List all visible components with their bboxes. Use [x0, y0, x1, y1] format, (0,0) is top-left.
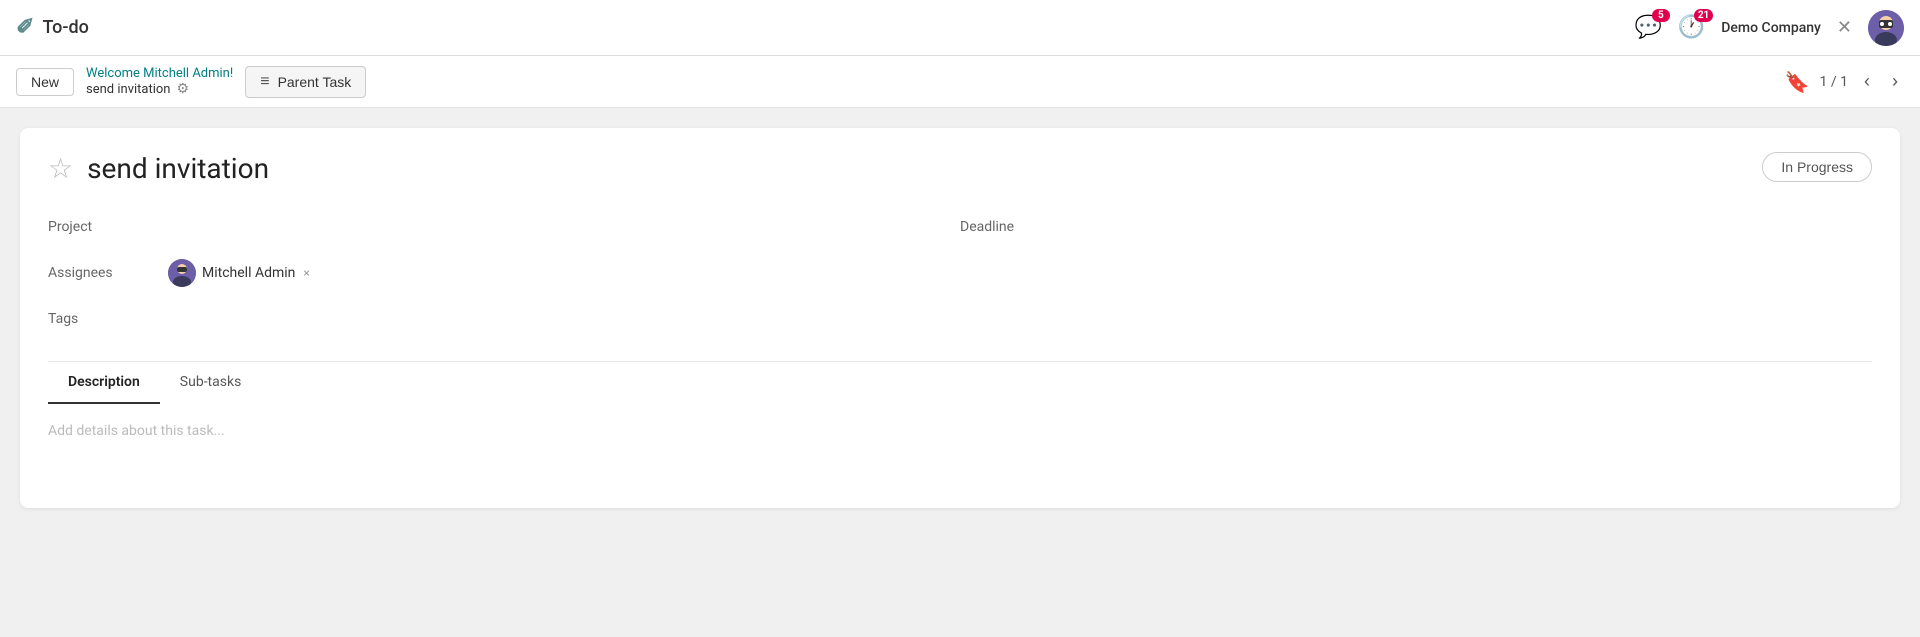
assignee-avatar-svg — [168, 259, 196, 287]
parent-task-button[interactable]: ≡ Parent Task — [245, 66, 366, 98]
tabs-section: Description Sub-tasks Add details about … — [48, 361, 1872, 459]
star-icon[interactable]: ☆ — [48, 155, 73, 183]
deadline-label: Deadline — [960, 219, 1080, 235]
close-button[interactable]: ✕ — [1837, 17, 1852, 38]
assignees-value: Mitchell Admin × — [168, 259, 310, 287]
tags-field: Tags — [48, 297, 960, 341]
tabs-nav: Description Sub-tasks — [48, 362, 1872, 404]
deadline-field: Deadline — [960, 205, 1872, 249]
project-label: Project — [48, 219, 168, 235]
toolbar-right: 🔖 1 / 1 ‹ › — [1785, 69, 1904, 94]
breadcrumb: Welcome Mitchell Admin! send invitation … — [86, 66, 233, 97]
next-button[interactable]: › — [1886, 69, 1904, 94]
user-avatar[interactable] — [1868, 10, 1904, 46]
main-content: ☆ send invitation In Progress Project As… — [0, 108, 1920, 637]
bookmark-icon[interactable]: 🔖 — [1785, 70, 1810, 94]
description-placeholder: Add details about this task... — [48, 423, 225, 439]
assignee-avatar — [168, 259, 196, 287]
tags-label: Tags — [48, 311, 168, 327]
avatar-svg — [1868, 10, 1904, 46]
project-field: Project — [48, 205, 960, 249]
topbar-left: ✐ To-do — [16, 15, 89, 40]
remove-assignee-button[interactable]: × — [303, 266, 309, 280]
left-fields: Project Assignees — [48, 205, 960, 341]
breadcrumb-link[interactable]: Welcome Mitchell Admin! — [86, 66, 233, 81]
breadcrumb-sub: send invitation ⚙ — [86, 81, 233, 97]
right-fields: Deadline — [960, 205, 1872, 341]
assignees-field: Assignees Mitchell Admin × — [48, 249, 960, 297]
toolbar-left: New Welcome Mitchell Admin! send invitat… — [16, 66, 366, 98]
company-name: Demo Company — [1721, 20, 1821, 36]
notifications-button[interactable]: 💬 5 — [1634, 15, 1661, 40]
assignee-name: Mitchell Admin — [202, 265, 295, 281]
status-button[interactable]: In Progress — [1762, 152, 1872, 182]
secondary-toolbar: New Welcome Mitchell Admin! send invitat… — [0, 56, 1920, 108]
app-icon: ✐ — [16, 15, 34, 40]
task-card: ☆ send invitation In Progress Project As… — [20, 128, 1900, 508]
breadcrumb-task-name: send invitation — [86, 82, 170, 97]
task-title-area: ☆ send invitation — [48, 152, 269, 185]
clock-badge: 21 — [1694, 9, 1713, 22]
parent-task-icon: ≡ — [260, 73, 269, 91]
task-title: send invitation — [87, 152, 269, 185]
parent-task-label: Parent Task — [278, 74, 352, 90]
notifications-badge: 5 — [1652, 9, 1670, 22]
tab-subtasks[interactable]: Sub-tasks — [160, 362, 262, 404]
task-header: ☆ send invitation In Progress — [48, 152, 1872, 185]
topbar-right: 💬 5 🕐 21 Demo Company ✕ — [1634, 10, 1904, 46]
pagination-text: 1 / 1 — [1820, 74, 1848, 90]
task-fields: Project Assignees — [48, 205, 1872, 341]
prev-button[interactable]: ‹ — [1858, 69, 1876, 94]
assignees-label: Assignees — [48, 265, 168, 281]
new-button[interactable]: New — [16, 68, 74, 96]
description-area[interactable]: Add details about this task... — [48, 404, 1872, 459]
app-title: To-do — [42, 17, 88, 38]
settings-icon[interactable]: ⚙ — [176, 81, 189, 97]
tab-description[interactable]: Description — [48, 362, 160, 404]
clock-button[interactable]: 🕐 21 — [1678, 15, 1705, 40]
topbar: ✐ To-do 💬 5 🕐 21 Demo Company ✕ — [0, 0, 1920, 56]
